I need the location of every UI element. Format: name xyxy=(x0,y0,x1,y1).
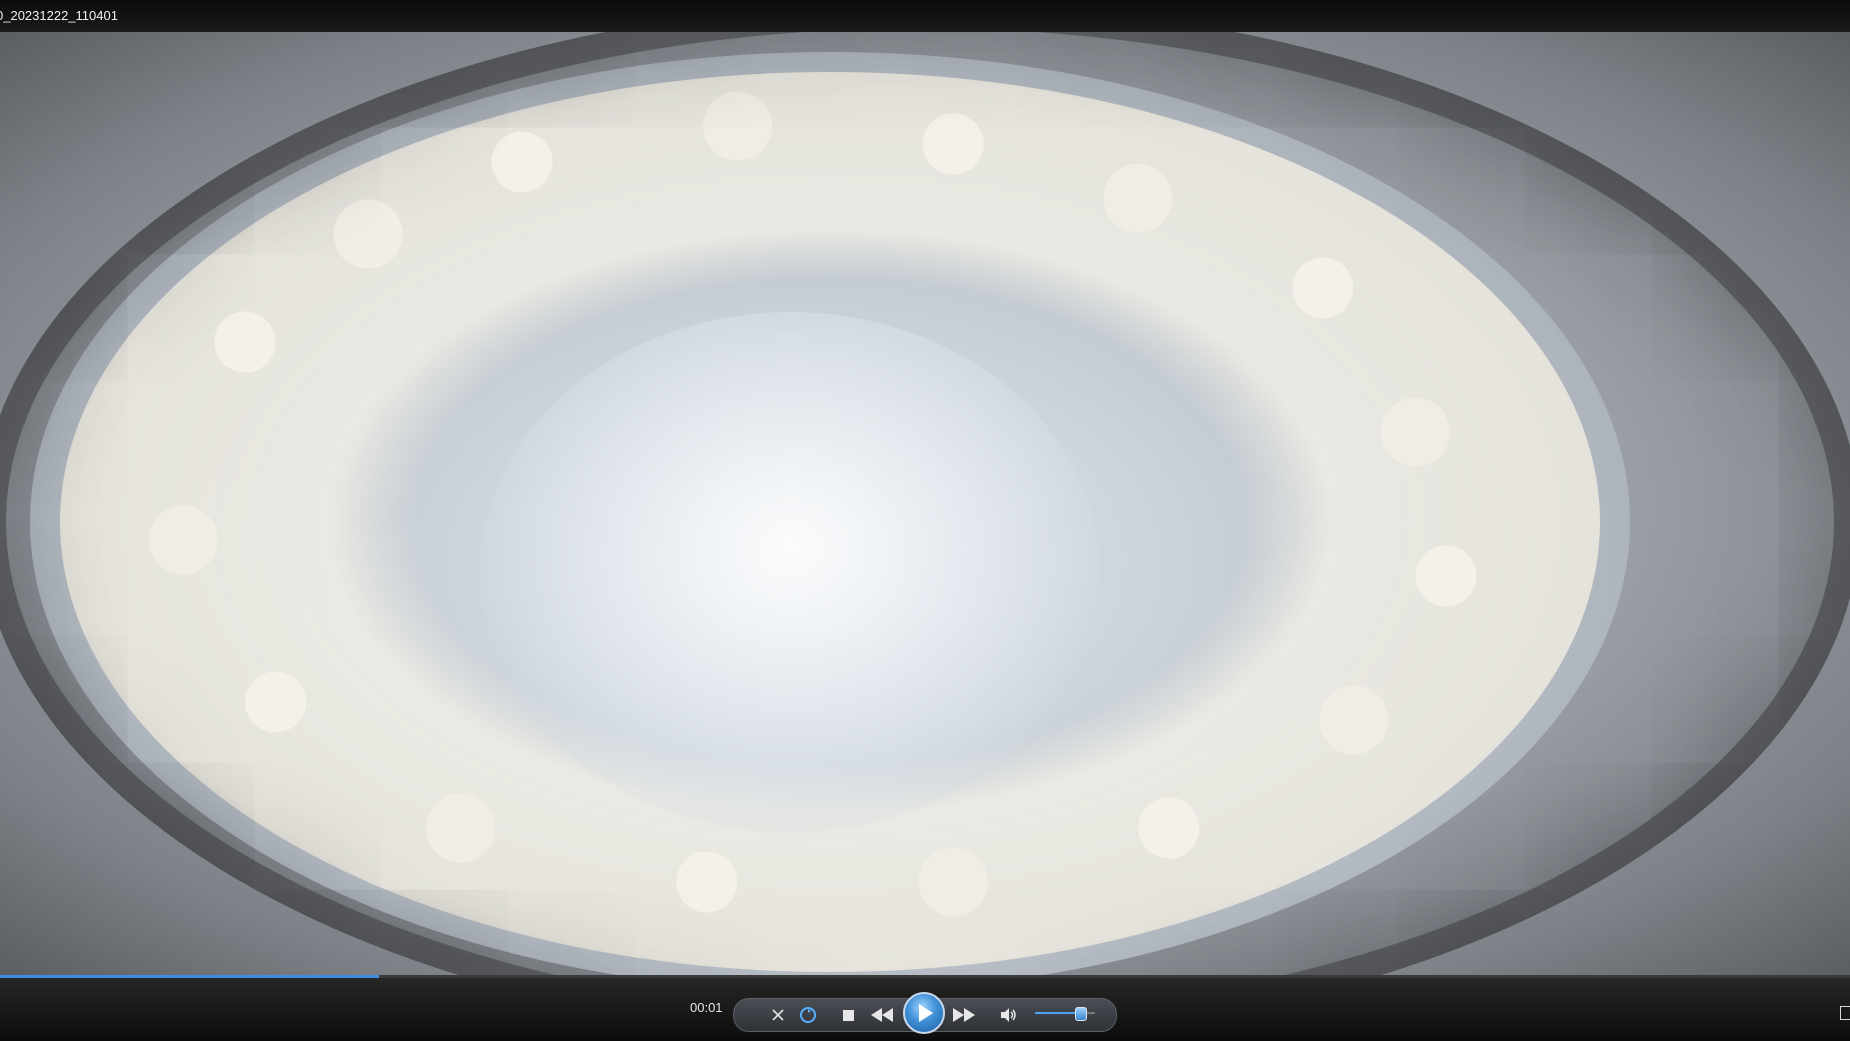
repeat-icon[interactable] xyxy=(794,999,822,1031)
video-frame[interactable] xyxy=(0,32,1850,977)
window-title: 0_20231222_110401 xyxy=(0,8,118,23)
volume-slider[interactable] xyxy=(1035,1007,1095,1021)
player-controls: 00:01 xyxy=(0,978,1850,1041)
rewind-icon[interactable] xyxy=(864,999,900,1031)
window-title-bar: 0_20231222_110401 xyxy=(0,0,1850,32)
fast-forward-icon[interactable] xyxy=(946,999,982,1031)
fullscreen-icon[interactable] xyxy=(1840,1006,1850,1020)
volume-slider-fill xyxy=(1035,1012,1080,1014)
video-content-rim xyxy=(0,32,1850,977)
current-time: 00:01 xyxy=(690,1000,723,1015)
volume-slider-handle[interactable] xyxy=(1075,1007,1087,1021)
stop-icon[interactable] xyxy=(834,999,862,1031)
volume-icon[interactable] xyxy=(994,999,1022,1031)
switch-view-icon[interactable] xyxy=(764,999,792,1031)
play-button[interactable] xyxy=(903,992,945,1034)
play-icon xyxy=(919,1004,933,1022)
